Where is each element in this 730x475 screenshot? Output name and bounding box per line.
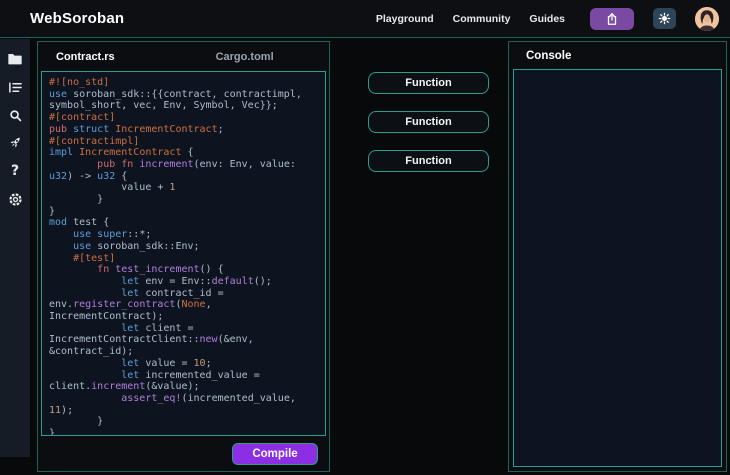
sidebar-item-files[interactable] bbox=[6, 51, 24, 67]
search-icon bbox=[8, 108, 23, 123]
code-line: client.increment(&value); bbox=[49, 381, 318, 393]
code-line: use soroban_sdk::Env; bbox=[49, 241, 318, 253]
code-editor[interactable]: #![no_std]use soroban_sdk::{{contract, c… bbox=[41, 71, 326, 436]
code-line: fn test_increment() { bbox=[49, 264, 318, 276]
folder-icon bbox=[7, 52, 23, 66]
code-line: #![no_std] bbox=[49, 77, 318, 89]
sidebar-item-settings[interactable] bbox=[6, 191, 24, 207]
code-line: let client = bbox=[49, 323, 318, 335]
code-line: assert_eq!(incremented_value, bbox=[49, 393, 318, 405]
share-icon bbox=[605, 12, 619, 26]
sidebar: ? bbox=[0, 39, 30, 457]
list-icon bbox=[8, 81, 23, 94]
code-line: let incremented_value = bbox=[49, 370, 318, 382]
code-line: } bbox=[49, 428, 318, 436]
code-line: pub struct IncrementContract; bbox=[49, 124, 318, 136]
nav-links: Playground Community Guides bbox=[376, 13, 565, 25]
navbar: WebSoroban Playground Community Guides bbox=[0, 0, 730, 38]
tab-cargo-toml[interactable]: Cargo.toml bbox=[160, 51, 329, 63]
gear-icon bbox=[8, 192, 23, 207]
editor-panel: Contract.rsCargo.toml #![no_std]use soro… bbox=[37, 41, 330, 472]
code-line: mod test { bbox=[49, 217, 318, 229]
code-line: value + 1 bbox=[49, 182, 318, 194]
code-line: } bbox=[49, 194, 318, 206]
code-line: } bbox=[49, 206, 318, 218]
function-button[interactable]: Function bbox=[368, 111, 489, 133]
code-line: let env = Env::default(); bbox=[49, 276, 318, 288]
function-buttons-column: Function Function Function bbox=[368, 72, 489, 172]
code-line: 11); bbox=[49, 405, 318, 417]
sidebar-item-search[interactable] bbox=[6, 107, 24, 123]
nav-link-community[interactable]: Community bbox=[453, 13, 511, 25]
code-line: let value = 10; bbox=[49, 358, 318, 370]
sidebar-item-help[interactable]: ? bbox=[6, 163, 24, 179]
theme-toggle-button[interactable] bbox=[653, 8, 676, 29]
code-line: impl IncrementContract { bbox=[49, 147, 318, 159]
code-line: pub fn increment(env: Env, value: bbox=[49, 159, 318, 171]
code-line: #[contractimpl] bbox=[49, 136, 318, 148]
compile-button[interactable]: Compile bbox=[232, 443, 318, 465]
code-line: IncrementContractClient::new(&env, bbox=[49, 334, 318, 346]
rocket-icon bbox=[7, 135, 23, 151]
brand-logo: WebSoroban bbox=[30, 10, 124, 27]
compile-row: Compile bbox=[38, 438, 329, 471]
console-panel: Console bbox=[508, 41, 727, 472]
code-line: #[test] bbox=[49, 253, 318, 265]
function-button[interactable]: Function bbox=[368, 150, 489, 172]
tab-contract-rs[interactable]: Contract.rs bbox=[38, 51, 160, 63]
help-icon: ? bbox=[11, 163, 19, 179]
nav-link-guides[interactable]: Guides bbox=[529, 13, 565, 25]
editor-tabs: Contract.rsCargo.toml bbox=[38, 42, 329, 71]
share-button[interactable] bbox=[590, 8, 634, 30]
code-line: IncrementContract); bbox=[49, 311, 318, 323]
code-line: symbol_short, vec, Env, Symbol, Vec}}; bbox=[49, 100, 318, 112]
code-line: &contract_id); bbox=[49, 346, 318, 358]
avatar[interactable] bbox=[695, 7, 719, 31]
code-content: #![no_std]use soroban_sdk::{{contract, c… bbox=[49, 77, 318, 436]
console-output bbox=[513, 69, 722, 467]
sidebar-item-list[interactable] bbox=[6, 79, 24, 95]
code-line: let contract_id = bbox=[49, 288, 318, 300]
nav-link-playground[interactable]: Playground bbox=[376, 13, 434, 25]
code-line: u32) -> u32 { bbox=[49, 171, 318, 183]
code-line: } bbox=[49, 416, 318, 428]
sidebar-item-deploy[interactable] bbox=[6, 135, 24, 151]
sun-icon bbox=[658, 12, 671, 25]
code-line: env.register_contract(None, bbox=[49, 299, 318, 311]
code-line: use super::*; bbox=[49, 229, 318, 241]
navbar-right: Playground Community Guides bbox=[376, 7, 719, 31]
code-line: use soroban_sdk::{{contract, contractimp… bbox=[49, 89, 318, 101]
function-button[interactable]: Function bbox=[368, 72, 489, 94]
code-line: #[contract] bbox=[49, 112, 318, 124]
console-title: Console bbox=[509, 42, 726, 69]
